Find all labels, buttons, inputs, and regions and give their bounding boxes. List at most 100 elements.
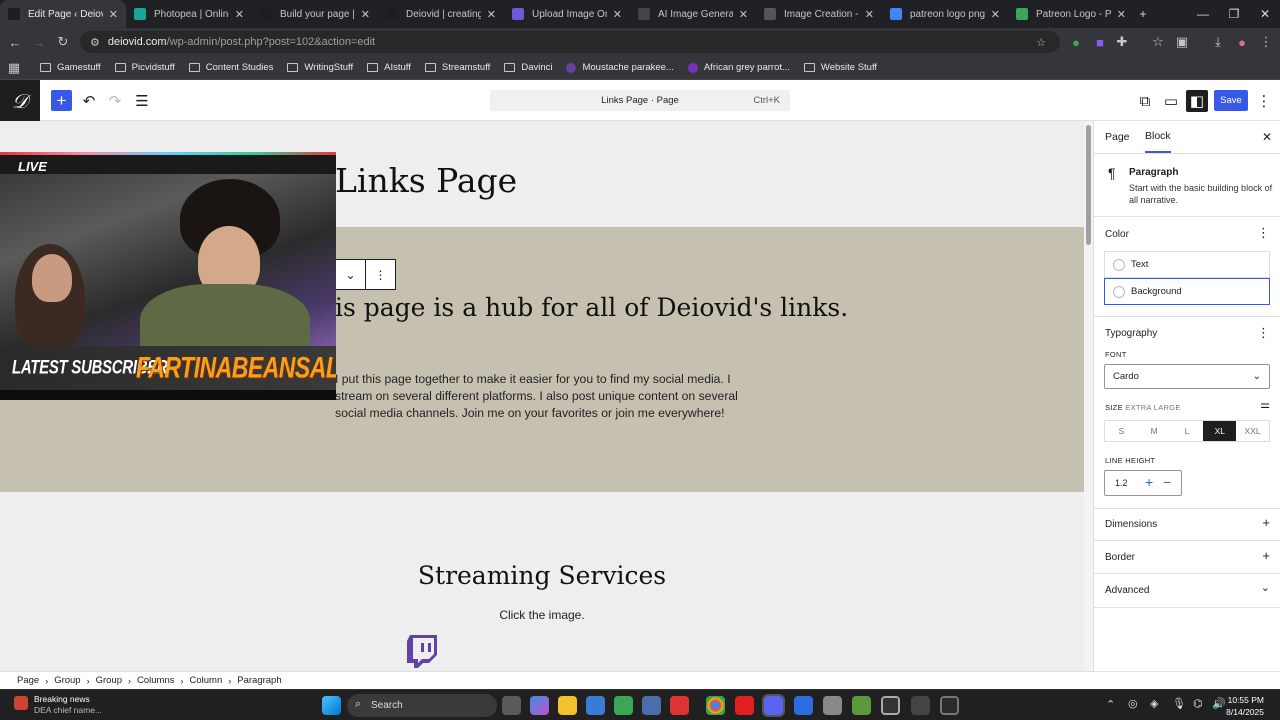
extension-icon[interactable]: ●	[1064, 30, 1088, 54]
advanced-chevron-down-icon[interactable]: ⌄	[1261, 581, 1270, 594]
canvas-scrollbar[interactable]	[1084, 121, 1093, 671]
browser-tab[interactable]: AI Image Generator - ✕	[630, 0, 756, 28]
advanced-section-title[interactable]: Advanced	[1105, 585, 1149, 596]
redo-icon[interactable]: ↷	[104, 90, 126, 112]
app-icon-blue[interactable]	[794, 696, 813, 715]
tab-close-icon[interactable]: ✕	[1117, 8, 1126, 21]
app-icon[interactable]	[642, 696, 661, 715]
move-chevron-down-icon[interactable]: ⌄	[336, 260, 365, 289]
dimensions-section-title[interactable]: Dimensions	[1105, 519, 1157, 530]
browser-tab[interactable]: Image Creation - Leon ✕	[756, 0, 882, 28]
border-plus-icon[interactable]: +	[1262, 548, 1270, 563]
tray-chevron-icon[interactable]: ⌃	[1106, 698, 1115, 711]
store-icon[interactable]	[586, 696, 605, 715]
undo-icon[interactable]: ↶	[78, 90, 100, 112]
font-size-option[interactable]: M	[1138, 421, 1171, 441]
settings-panel-icon[interactable]: ◧	[1186, 90, 1208, 112]
tab-close-icon[interactable]: ✕	[487, 8, 496, 21]
network-icon[interactable]: ⌬	[1193, 697, 1203, 710]
app-icon-green[interactable]	[852, 696, 871, 715]
document-overview-icon[interactable]: ☰	[131, 90, 153, 112]
tab-block[interactable]: Block	[1145, 121, 1171, 153]
app-icon-circle[interactable]	[940, 696, 959, 715]
dimensions-plus-icon[interactable]: +	[1262, 515, 1270, 530]
bookmark-folder[interactable]: Picvidstuff	[114, 62, 175, 73]
browser-menu-icon[interactable]: ⋮	[1254, 30, 1278, 54]
site-logo[interactable]: 𝒟	[0, 80, 40, 121]
bookmark-item[interactable]: Moustache parakee...	[566, 62, 674, 73]
obs-icon[interactable]	[881, 696, 900, 715]
task-view-icon[interactable]	[502, 696, 521, 715]
font-size-option[interactable]: S	[1105, 421, 1138, 441]
avatar[interactable]: ●	[1230, 30, 1254, 54]
font-size-option[interactable]: L	[1171, 421, 1204, 441]
tab-close-icon[interactable]: ✕	[865, 8, 874, 21]
discord-icon[interactable]	[762, 694, 785, 717]
address-bar[interactable]: ⚙ deiovid.com/wp-admin/post.php?post=102…	[80, 31, 1060, 53]
bookmark-item[interactable]: African grey parrot...	[687, 62, 790, 73]
app-icon-grey[interactable]	[823, 696, 842, 715]
streaming-app-icon[interactable]	[735, 696, 754, 715]
click-image-paragraph[interactable]: Click the image.	[0, 608, 1084, 622]
bookmark-folder[interactable]: Davinci	[504, 62, 552, 73]
options-menu-icon[interactable]: ⋮	[1253, 90, 1275, 112]
tab-page[interactable]: Page	[1105, 121, 1130, 153]
font-select[interactable]: Cardo ⌄	[1104, 364, 1270, 389]
tab-close-icon[interactable]: ✕	[739, 8, 748, 21]
breadcrumb-item[interactable]: Paragraph	[237, 675, 281, 686]
bookmark-folder[interactable]: WritingStuff	[287, 62, 353, 73]
color-options-icon[interactable]: ⋮	[1257, 225, 1270, 241]
bookmark-folder[interactable]: AIstuff	[367, 62, 411, 73]
taskbar-search[interactable]: ⌕ Search	[347, 694, 497, 717]
windows-start-icon[interactable]	[322, 696, 341, 715]
minecraft-icon[interactable]	[614, 696, 633, 715]
hub-paragraph[interactable]: is page is a hub for all of Deiovid's li…	[335, 293, 848, 322]
bookmarks-icon[interactable]: ☆	[1146, 30, 1170, 54]
breadcrumb-item[interactable]: Page	[17, 675, 39, 686]
command-palette-button[interactable]: Links Page · Page Ctrl+K	[490, 90, 790, 111]
bookmark-folder[interactable]: Website Stuff	[803, 62, 877, 73]
line-height-input[interactable]: 1.2 + −	[1104, 470, 1182, 496]
font-size-option[interactable]: XXL	[1236, 421, 1269, 441]
breadcrumb-item[interactable]: Group	[96, 675, 122, 686]
typography-options-icon[interactable]: ⋮	[1257, 325, 1270, 341]
block-inserter-button[interactable]: +	[51, 90, 72, 111]
block-options-icon[interactable]: ⋮	[365, 260, 395, 289]
font-size-option[interactable]: XL	[1203, 421, 1237, 441]
browser-tab[interactable]: Deiovid | creating Stre ✕	[378, 0, 504, 28]
line-height-increase-icon[interactable]: +	[1145, 474, 1153, 490]
scrollbar-thumb[interactable]	[1086, 125, 1091, 245]
breadcrumb-item[interactable]: Columns	[137, 675, 175, 686]
text-color-button[interactable]: Text	[1104, 251, 1270, 278]
chrome-icon[interactable]	[706, 696, 725, 715]
site-info-icon[interactable]: ⚙	[90, 36, 100, 49]
extensions-puzzle-icon[interactable]: ✚	[1110, 30, 1134, 54]
taskbar-clock[interactable]: 10:55 PM 8/14/2025	[1226, 694, 1264, 718]
news-widget[interactable]: Breaking news DEA chief name...	[14, 694, 102, 716]
border-section-title[interactable]: Border	[1105, 552, 1135, 563]
device-preview-icon[interactable]: ▭	[1160, 90, 1182, 112]
twitch-logo-icon[interactable]	[407, 635, 437, 669]
app-icon-dark[interactable]	[911, 696, 930, 715]
restore-window-icon[interactable]: ❐	[1217, 0, 1251, 28]
browser-tab[interactable]: Patreon Logo - Patre ✕	[1008, 0, 1134, 28]
bookmark-star-icon[interactable]: ☆	[1036, 36, 1046, 49]
tab-close-icon[interactable]: ✕	[613, 8, 622, 21]
forward-icon[interactable]: →	[27, 30, 51, 54]
file-explorer-icon[interactable]	[558, 696, 577, 715]
browser-tab[interactable]: Upload Image Online ✕	[504, 0, 630, 28]
custom-size-icon[interactable]: ⚌	[1260, 398, 1270, 411]
tab-close-icon[interactable]: ✕	[991, 8, 1000, 21]
tab-close-icon[interactable]: ✕	[235, 8, 244, 21]
profile-extension-icon[interactable]: ■	[1088, 30, 1112, 54]
tray-app-icon[interactable]: ◎	[1128, 697, 1138, 710]
intro-paragraph[interactable]: I put this page together to make it easi…	[335, 371, 755, 422]
back-icon[interactable]: ←	[3, 30, 27, 54]
close-sidebar-icon[interactable]: ✕	[1262, 121, 1272, 153]
tray-icon[interactable]: ◈	[1150, 697, 1158, 710]
tab-close-icon[interactable]: ✕	[109, 8, 118, 21]
streaming-services-heading[interactable]: Streaming Services	[0, 561, 1084, 590]
bookmark-folder[interactable]: Streamstuff	[424, 62, 490, 73]
breadcrumb-item[interactable]: Column	[190, 675, 223, 686]
media-icon[interactable]: ▣	[1170, 30, 1194, 54]
